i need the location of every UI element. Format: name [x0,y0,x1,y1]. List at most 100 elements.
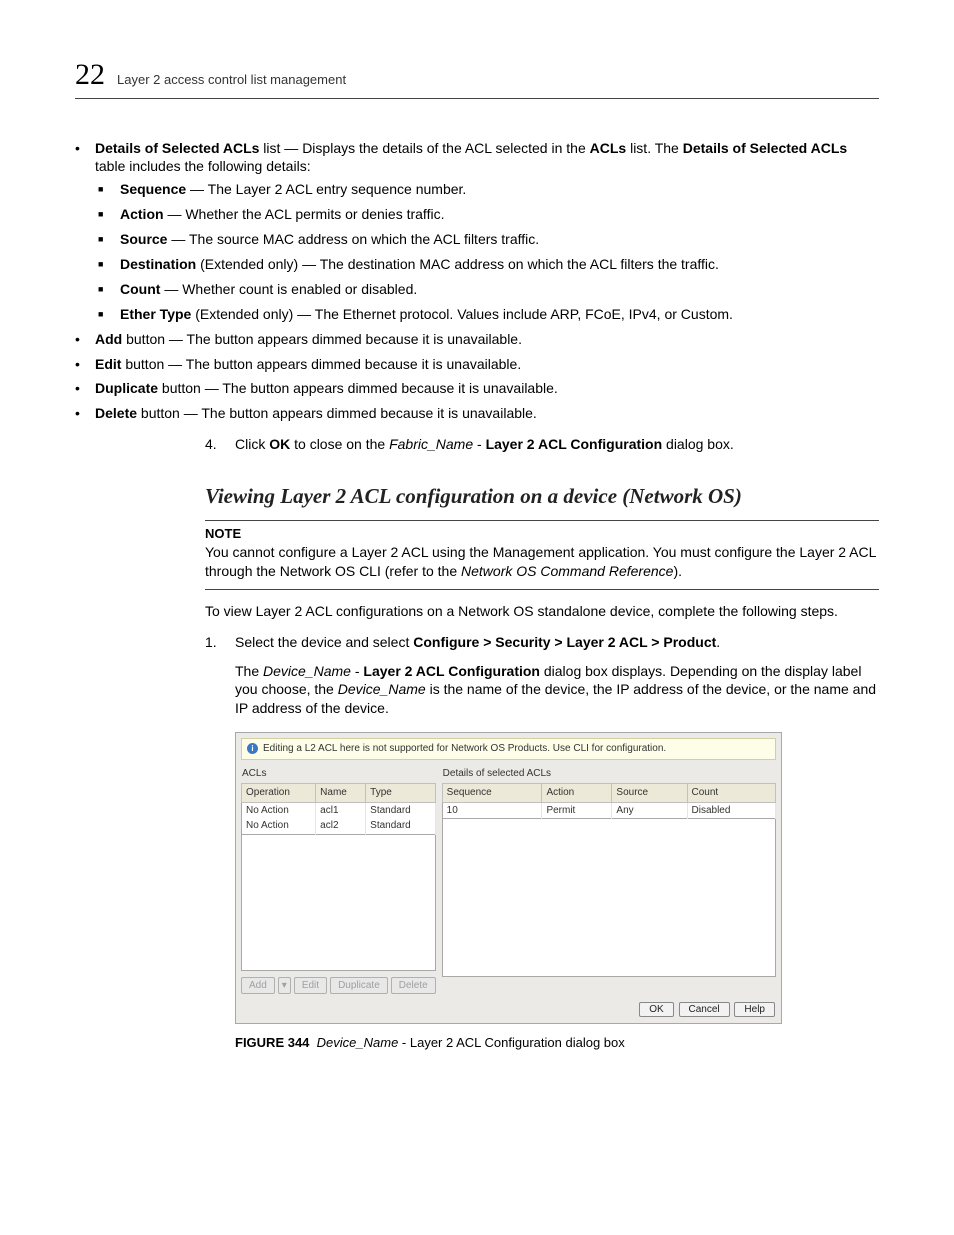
list-item: Destination (Extended only) — The destin… [95,255,879,274]
warning-text: Editing a L2 ACL here is not supported f… [263,742,666,756]
text: (Extended only) — The Ethernet protocol.… [191,306,733,322]
var: Device_Name [338,681,426,697]
col-source[interactable]: Source [612,784,687,803]
step-1-body: The Device_Name - Layer 2 ACL Configurat… [235,662,879,719]
text: Select the device and select [235,634,413,650]
table-row[interactable]: No Action acl1 Standard [242,802,436,818]
text: dialog box. [662,436,734,452]
step-number: 1. [205,633,235,652]
header-title: Layer 2 access control list management [117,71,346,89]
table-empty-area [442,819,776,977]
menu-path: Configure > Security > Layer 2 ACL > Pro… [413,634,716,650]
label: Action [120,206,164,222]
table-header-row: Operation Name Type [242,784,436,803]
cell: acl1 [316,802,366,818]
panel-title: Details of selected ACLs [442,765,776,784]
details-table[interactable]: Sequence Action Source Count 10 Permit A… [442,783,776,819]
cancel-button[interactable]: Cancel [679,1002,730,1017]
text: - [351,663,363,679]
cell: Standard [366,802,436,818]
figure-number: FIGURE 344 [235,1035,309,1050]
cell: acl2 [316,818,366,834]
cell: Disabled [687,802,775,819]
acl-config-dialog: i Editing a L2 ACL here is not supported… [235,732,782,1024]
label: Add [95,331,122,347]
label: Details of Selected ACLs [95,140,259,156]
var: Fabric_Name [389,436,473,452]
edit-button: Edit [294,977,327,995]
info-icon: i [247,743,258,754]
text: Click [235,436,269,452]
section-heading: Viewing Layer 2 ACL configuration on a d… [205,482,879,510]
label: Count [120,281,160,297]
duplicate-button: Duplicate [330,977,388,995]
step-text: Click OK to close on the Fabric_Name - L… [235,435,879,454]
label: ACLs [590,140,627,156]
text: ). [673,563,682,579]
note-block: NOTE You cannot configure a Layer 2 ACL … [205,520,879,589]
note-title: NOTE [205,525,879,543]
panel-title: ACLs [241,765,436,784]
page-header: 22 Layer 2 access control list managemen… [75,55,879,99]
list-item: Ether Type (Extended only) — The Etherne… [95,305,879,324]
page-number: 22 [75,55,105,96]
dialog-body: ACLs Operation Name Type No Action acl1 … [236,765,781,1000]
text: button — The button appears dimmed becau… [137,405,537,421]
col-type[interactable]: Type [366,784,436,803]
step-text: Select the device and select Configure >… [235,633,879,652]
ok-button[interactable]: OK [639,1002,673,1017]
label: Destination [120,256,196,272]
cell: 10 [442,802,542,819]
list-item: Add button — The button appears dimmed b… [75,330,879,349]
text: — The source MAC address on which the AC… [167,231,539,247]
col-count[interactable]: Count [687,784,775,803]
table-row[interactable]: No Action acl2 Standard [242,818,436,834]
cell: No Action [242,802,316,818]
col-name[interactable]: Name [316,784,366,803]
col-sequence[interactable]: Sequence [442,784,542,803]
text: table includes the following details: [95,158,311,174]
text: — The Layer 2 ACL entry sequence number. [186,181,466,197]
note-body: You cannot configure a Layer 2 ACL using… [205,543,879,581]
text: button — The button appears dimmed becau… [158,380,558,396]
text: (Extended only) — The destination MAC ad… [196,256,719,272]
add-dropdown-icon: ▾ [278,977,291,995]
acls-table[interactable]: Operation Name Type No Action acl1 Stand… [241,783,436,835]
text: list. The [626,140,683,156]
add-button: Add [241,977,275,995]
var: Device_Name [263,663,351,679]
text: — Whether count is enabled or disabled. [160,281,417,297]
acls-panel: ACLs Operation Name Type No Action acl1 … [241,765,436,995]
figure: i Editing a L2 ACL here is not supported… [235,732,879,1051]
text: . [716,634,720,650]
table-header-row: Sequence Action Source Count [442,784,775,803]
cell: Permit [542,802,612,819]
delete-button: Delete [391,977,436,995]
button-row: Add▾ Edit Duplicate Delete [241,977,436,995]
label: Duplicate [95,380,158,396]
label: Layer 2 ACL Configuration [486,436,663,452]
ref: Network OS Command Reference [461,563,673,579]
col-action[interactable]: Action [542,784,612,803]
label: Delete [95,405,137,421]
cell: Standard [366,818,436,834]
label: Ether Type [120,306,191,322]
sub-list: Sequence — The Layer 2 ACL entry sequenc… [95,180,879,323]
figure-caption: FIGURE 344 Device_Name - Layer 2 ACL Con… [235,1034,879,1052]
label: Details of Selected ACLs [683,140,847,156]
col-operation[interactable]: Operation [242,784,316,803]
details-panel: Details of selected ACLs Sequence Action… [442,765,776,995]
list-item: Action — Whether the ACL permits or deni… [95,205,879,224]
label: Sequence [120,181,186,197]
list-item: Count — Whether count is enabled or disa… [95,280,879,299]
step-1: 1. Select the device and select Configur… [205,633,879,652]
cell: No Action [242,818,316,834]
cell: Any [612,802,687,819]
list-item: Delete button — The button appears dimme… [75,404,879,423]
text: button — The button appears dimmed becau… [122,331,522,347]
help-button[interactable]: Help [734,1002,775,1017]
dialog-footer: OK Cancel Help [236,999,781,1023]
text: list — Displays the details of the ACL s… [259,140,589,156]
text: button — The button appears dimmed becau… [121,356,521,372]
table-row[interactable]: 10 Permit Any Disabled [442,802,775,819]
